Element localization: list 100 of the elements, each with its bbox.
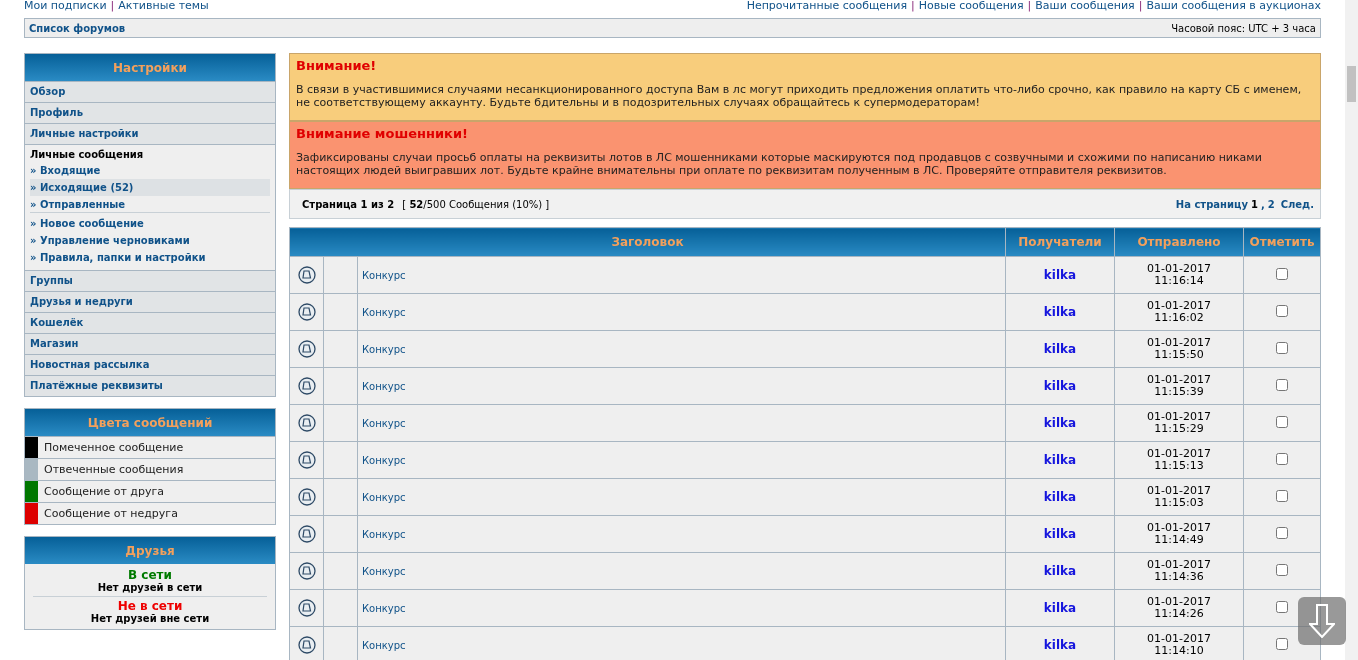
- message-title-link[interactable]: Конкурс: [362, 491, 406, 503]
- menu-item[interactable]: Новостная рассылка: [25, 354, 275, 375]
- color-label: Отвеченные сообщения: [43, 462, 184, 478]
- recipient-link[interactable]: kilka: [1043, 268, 1077, 282]
- mark-checkbox[interactable]: [1276, 305, 1288, 317]
- mark-checkbox[interactable]: [1276, 527, 1288, 539]
- message-title-link[interactable]: Конкурс: [362, 528, 406, 540]
- recipient-link[interactable]: kilka: [1043, 305, 1077, 319]
- next-link[interactable]: След.: [1280, 198, 1314, 210]
- column-header: Получатели: [1005, 227, 1115, 257]
- offline-text: Нет друзей вне сети: [89, 613, 211, 624]
- comma: ,: [1260, 198, 1265, 210]
- page-link[interactable]: 1: [1250, 198, 1258, 210]
- message-icon: [297, 599, 316, 617]
- mark-checkbox[interactable]: [1276, 416, 1288, 428]
- sent-datetime: 01-01-2017 11:15:50: [1147, 337, 1211, 361]
- message-title-link[interactable]: Конкурс: [362, 639, 406, 651]
- menu-item[interactable]: Обзор: [25, 81, 275, 102]
- message-icon: [297, 562, 316, 580]
- mark-checkbox[interactable]: [1276, 564, 1288, 576]
- group-title: Личные сообщения: [30, 149, 145, 162]
- offline-label: Не в сети: [116, 599, 184, 613]
- breadcrumb-link[interactable]: Список форумов: [29, 22, 126, 34]
- menu-item[interactable]: Кошелёк: [25, 312, 275, 333]
- down-arrow-icon: [1309, 604, 1335, 638]
- separator: |: [110, 0, 115, 12]
- page-link[interactable]: 2: [1267, 198, 1275, 210]
- menu-item[interactable]: Платёжные реквизиты: [25, 375, 275, 396]
- submenu-item[interactable]: » Новое сообщение: [30, 215, 270, 232]
- separator: |: [1027, 0, 1032, 12]
- message-icon: [297, 525, 316, 543]
- sent-datetime: 01-01-2017 11:14:36: [1147, 559, 1211, 583]
- mark-checkbox[interactable]: [1276, 379, 1288, 391]
- scroll-down-button[interactable]: [1298, 597, 1346, 645]
- message-icon: [297, 340, 316, 358]
- recipient-link[interactable]: kilka: [1043, 638, 1077, 652]
- menu-item[interactable]: Группы: [25, 270, 275, 291]
- message-icon: [297, 488, 316, 506]
- column-header: Отметить: [1243, 227, 1321, 257]
- mark-checkbox[interactable]: [1276, 268, 1288, 280]
- message-icon: [297, 414, 316, 432]
- scrollbar[interactable]: [1345, 0, 1358, 660]
- menu-item[interactable]: Личные настройки: [25, 123, 275, 144]
- panel-header: Цвета сообщений: [25, 409, 275, 436]
- recipient-link[interactable]: kilka: [1043, 453, 1077, 467]
- top-link[interactable]: Ваши сообщения: [1035, 0, 1135, 12]
- submenu-item[interactable]: » Входящие: [30, 162, 270, 179]
- sent-datetime: 01-01-2017 11:14:26: [1147, 596, 1211, 620]
- message-count: [ 52/500 Сообщения (10%) ]: [402, 198, 550, 210]
- sent-datetime: 01-01-2017 11:14:49: [1147, 522, 1211, 546]
- message-title-link[interactable]: Конкурс: [362, 306, 406, 318]
- sent-datetime: 01-01-2017 11:15:29: [1147, 411, 1211, 435]
- panel-header: Друзья: [25, 537, 275, 564]
- menu-item[interactable]: Друзья и недруги: [25, 291, 275, 312]
- message-title-link[interactable]: Конкурс: [362, 343, 406, 355]
- message-title-link[interactable]: Конкурс: [362, 454, 406, 466]
- mark-checkbox[interactable]: [1276, 638, 1288, 650]
- mark-checkbox[interactable]: [1276, 453, 1288, 465]
- sent-datetime: 01-01-2017 11:16:14: [1147, 263, 1211, 287]
- timezone-text: Часовой пояс: UTC + 3 часа: [1171, 22, 1316, 34]
- submenu-item[interactable]: » Исходящие (52): [30, 179, 270, 196]
- recipient-link[interactable]: kilka: [1043, 527, 1077, 541]
- separator: |: [1138, 0, 1143, 12]
- top-link[interactable]: Новые сообщения: [918, 0, 1024, 12]
- notice-text: В связи в участившимися случаями несанкционированного доступа Вам в лс могут приходить предложения оплатить что-либо срочно, как правило на карту СБ с именем, не соответствующему аккаунту. Будьте бдительны и в подозрительных случаях обращайтесь к супермодераторам!: [296, 83, 1303, 109]
- submenu-item[interactable]: » Отправленные: [30, 196, 270, 213]
- notice-title: Внимание!: [296, 58, 378, 73]
- mark-checkbox[interactable]: [1276, 601, 1288, 613]
- recipient-link[interactable]: kilka: [1043, 564, 1077, 578]
- recipient-link[interactable]: kilka: [1043, 379, 1077, 393]
- recipient-link[interactable]: kilka: [1043, 342, 1077, 356]
- online-label: В сети: [127, 568, 173, 582]
- recipient-link[interactable]: kilka: [1043, 601, 1077, 615]
- top-link[interactable]: Мои подписки: [24, 0, 107, 12]
- message-icon: [297, 451, 316, 469]
- submenu-item[interactable]: » Правила, папки и настройки: [30, 249, 270, 266]
- color-label: Сообщение от друга: [43, 484, 164, 500]
- message-title-link[interactable]: Конкурс: [362, 417, 406, 429]
- sent-datetime: 01-01-2017 11:15:13: [1147, 448, 1211, 472]
- top-link[interactable]: Ваши сообщения в аукционах: [1146, 0, 1321, 12]
- recipient-link[interactable]: kilka: [1043, 490, 1077, 504]
- message-title-link[interactable]: Конкурс: [362, 269, 406, 281]
- column-header: Заголовок: [289, 227, 1006, 257]
- message-title-link[interactable]: Конкурс: [362, 602, 406, 614]
- message-icon: [297, 636, 316, 654]
- mark-checkbox[interactable]: [1276, 342, 1288, 354]
- recipient-link[interactable]: kilka: [1043, 416, 1077, 430]
- top-link[interactable]: Непрочитанные сообщения: [746, 0, 908, 12]
- notice-text: Зафиксированы случаи просьб оплаты на реквизиты лотов в ЛС мошенниками которые маскируются под продавцов с созвучными и схожими по написанию никами настоящих людей выигравших лот. Будьте крайне внимательны при оплате по реквизитам полученным в ЛС. Проверяйте отправителя реквизитов.: [296, 151, 1263, 177]
- submenu-item[interactable]: » Управление черновиками: [30, 232, 270, 249]
- mark-checkbox[interactable]: [1276, 490, 1288, 502]
- menu-item[interactable]: Профиль: [25, 102, 275, 123]
- message-title-link[interactable]: Конкурс: [362, 565, 406, 577]
- message-title-link[interactable]: Конкурс: [362, 380, 406, 392]
- message-icon: [297, 303, 316, 321]
- top-link[interactable]: Активные темы: [118, 0, 209, 12]
- menu-item[interactable]: Магазин: [25, 333, 275, 354]
- message-icon: [297, 377, 316, 395]
- column-header: Отправлено: [1114, 227, 1244, 257]
- panel-header: Настройки: [25, 54, 275, 81]
